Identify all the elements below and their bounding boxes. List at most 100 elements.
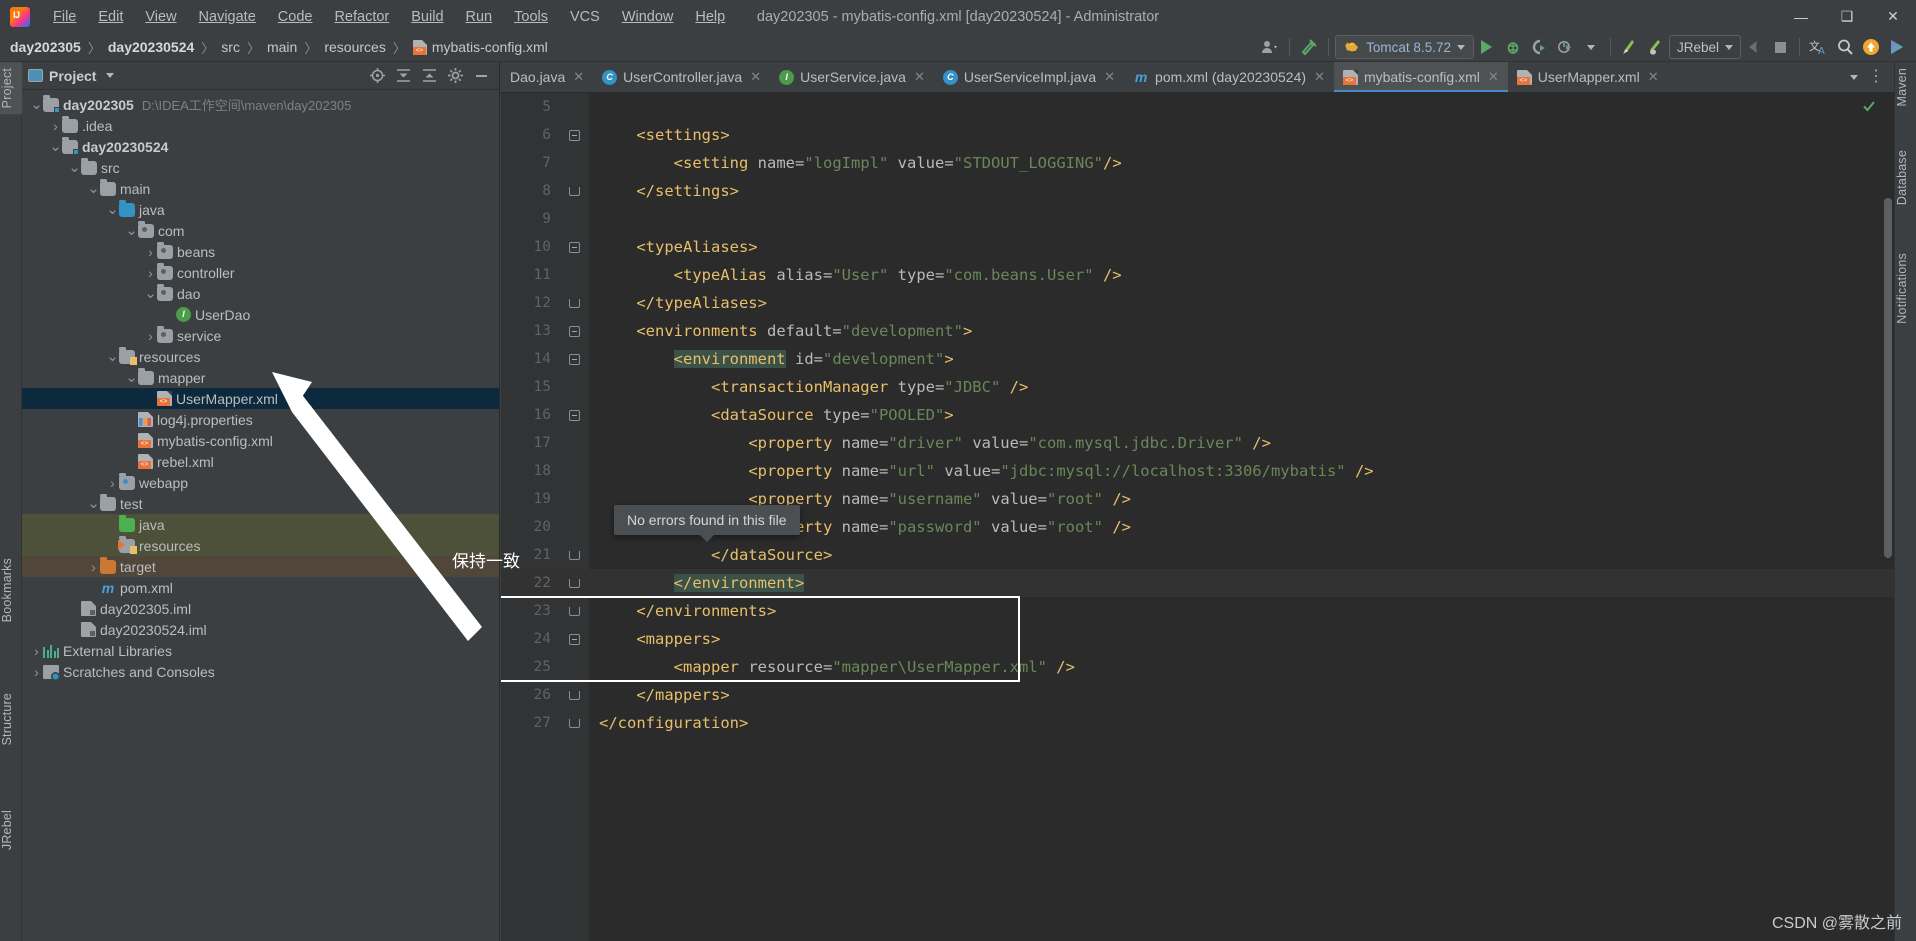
tree-node-mybatis-config-xml[interactable]: mybatis-config.xml — [22, 430, 499, 451]
tab-list-chevron-down-icon[interactable] — [1850, 74, 1858, 80]
fold-gutter[interactable] — [559, 353, 589, 365]
editor-tab-usermapper-xml[interactable]: UserMapper.xml ✕ — [1508, 62, 1668, 92]
menu-code[interactable]: Code — [267, 5, 324, 29]
fold-collapse-icon[interactable] — [568, 353, 580, 365]
run-button[interactable] — [1474, 35, 1500, 59]
tree-node--idea[interactable]: › .idea — [22, 115, 499, 136]
tree-node-webapp[interactable]: › webapp — [22, 472, 499, 493]
chevron-down-icon[interactable]: ⌄ — [87, 181, 100, 196]
tree-node-pom-xml[interactable]: m pom.xml — [22, 577, 499, 598]
menu-file[interactable]: File — [42, 5, 87, 29]
tree-node-day20230524-iml[interactable]: day20230524.iml — [22, 619, 499, 640]
menu-bar[interactable]: File Edit View Navigate Code Refactor Bu… — [42, 5, 736, 29]
run-with-coverage-button[interactable] — [1526, 35, 1552, 59]
tool-tab-notifications[interactable]: Notifications — [1895, 247, 1916, 330]
tool-tab-structure[interactable]: Structure — [0, 687, 22, 752]
ide-features-button[interactable] — [1884, 35, 1910, 59]
update-button[interactable] — [1858, 35, 1884, 59]
back-button[interactable] — [1741, 35, 1767, 59]
fold-gutter[interactable] — [559, 718, 589, 728]
editor-tab-bar[interactable]: Dao.java ✕ C UserController.java ✕ I UserServi… — [501, 62, 1894, 93]
build-hammer-icon[interactable] — [1296, 35, 1322, 59]
chevron-down-icon[interactable]: ⌄ — [30, 97, 43, 112]
tree-node-java[interactable]: java — [22, 514, 499, 535]
profiler-button[interactable] — [1552, 35, 1578, 59]
fold-end-icon[interactable] — [568, 550, 580, 560]
fold-gutter[interactable] — [559, 325, 589, 337]
breadcrumb-mybatis-config[interactable]: mybatis-config.xml — [412, 39, 548, 55]
hide-panel-icon[interactable] — [473, 67, 490, 84]
fold-end-icon[interactable] — [568, 606, 580, 616]
code-line[interactable]: 5 — [501, 93, 1894, 121]
code-line[interactable]: 17 <property name="driver" value="com.my… — [501, 429, 1894, 457]
fold-gutter[interactable] — [559, 606, 589, 616]
editor-tab-userservice-java[interactable]: I UserService.java ✕ — [770, 62, 934, 92]
stop-button[interactable] — [1767, 35, 1793, 59]
menu-window[interactable]: Window — [611, 5, 685, 29]
search-button[interactable] — [1832, 35, 1858, 59]
locate-icon[interactable] — [369, 67, 386, 84]
tree-node-resources[interactable]: resources — [22, 535, 499, 556]
editor-tab-mybatis-config-xml[interactable]: mybatis-config.xml ✕ — [1333, 62, 1508, 92]
fold-gutter[interactable] — [559, 409, 589, 421]
breadcrumb-main[interactable]: main — [267, 39, 297, 55]
code-line[interactable]: 15 <transactionManager type="JDBC" /> — [501, 373, 1894, 401]
menu-run[interactable]: Run — [455, 5, 504, 29]
run-configuration-selector[interactable]: Tomcat 8.5.72 — [1335, 35, 1474, 59]
chevron-right-icon[interactable]: › — [49, 118, 62, 134]
code-line[interactable]: 23 </environments> — [501, 597, 1894, 625]
chevron-right-icon[interactable]: › — [30, 643, 43, 659]
jrebel-run-button[interactable] — [1617, 35, 1643, 59]
tree-node-controller[interactable]: › controller — [22, 262, 499, 283]
code-line[interactable]: 18 <property name="url" value="jdbc:mysq… — [501, 457, 1894, 485]
chevron-right-icon[interactable]: › — [30, 664, 43, 680]
inspection-ok-icon[interactable] — [1862, 99, 1876, 116]
tree-node-day202305[interactable]: ⌄ day202305 D:\IDEA工作空间\maven\day202305 — [22, 94, 499, 115]
chevron-right-icon[interactable]: › — [144, 265, 157, 281]
chevron-down-icon[interactable]: ⌄ — [125, 370, 138, 385]
fold-collapse-icon[interactable] — [568, 325, 580, 337]
editor-vertical-scrollbar[interactable] — [1882, 93, 1894, 941]
editor-tab-dao-java[interactable]: Dao.java ✕ — [501, 62, 593, 92]
editor-body[interactable]: 56 <settings> 7 <setting name="logImpl" v… — [501, 93, 1894, 941]
fold-gutter[interactable] — [559, 578, 589, 588]
code-line[interactable]: 16 <dataSource type="POOLED"> — [501, 401, 1894, 429]
breadcrumb-day202305[interactable]: day202305 — [10, 39, 81, 55]
close-tab-icon[interactable]: ✕ — [573, 69, 584, 85]
fold-gutter[interactable] — [559, 129, 589, 141]
close-tab-icon[interactable]: ✕ — [1488, 69, 1499, 85]
tree-node-beans[interactable]: › beans — [22, 241, 499, 262]
fold-gutter[interactable] — [559, 298, 589, 308]
code-line[interactable]: 7 <setting name="logImpl" value="STDOUT_… — [501, 149, 1894, 177]
fold-end-icon[interactable] — [568, 186, 580, 196]
tree-node-java[interactable]: ⌄ java — [22, 199, 499, 220]
code-line[interactable]: 9 — [501, 205, 1894, 233]
close-tab-icon[interactable]: ✕ — [1648, 69, 1659, 85]
close-tab-icon[interactable]: ✕ — [914, 69, 925, 85]
tool-tab-jrebel[interactable]: JRebel — [0, 804, 22, 856]
code-line[interactable]: 24 <mappers> — [501, 625, 1894, 653]
chevron-down-icon[interactable]: ⌄ — [125, 223, 138, 238]
tree-node-log4j-properties[interactable]: log4j.properties — [22, 409, 499, 430]
menu-view[interactable]: View — [134, 5, 187, 29]
code-line[interactable]: 11 <typeAlias alias="User" type="com.bea… — [501, 261, 1894, 289]
tree-node-main[interactable]: ⌄ main — [22, 178, 499, 199]
breadcrumb-resources[interactable]: resources — [324, 39, 385, 55]
code-line[interactable]: 14 <environment id="development"> — [501, 345, 1894, 373]
menu-help[interactable]: Help — [684, 5, 736, 29]
menu-navigate[interactable]: Navigate — [188, 5, 267, 29]
fold-end-icon[interactable] — [568, 690, 580, 700]
close-tab-icon[interactable]: ✕ — [750, 69, 761, 85]
editor-tab-userserviceimpl-java[interactable]: C UserServiceImpl.java ✕ — [934, 62, 1124, 92]
tree-node-target[interactable]: › target — [22, 556, 499, 577]
fold-gutter[interactable] — [559, 633, 589, 645]
editor-tab-pom-xml-day20230524-[interactable]: m pom.xml (day20230524) ✕ — [1124, 62, 1334, 92]
tool-tab-bookmarks[interactable]: Bookmarks — [0, 552, 22, 628]
fold-collapse-icon[interactable] — [568, 409, 580, 421]
code-line[interactable]: 12 </typeAliases> — [501, 289, 1894, 317]
tool-tab-maven[interactable]: Maven — [1895, 62, 1916, 113]
profiler-dropdown-icon[interactable] — [1578, 35, 1604, 59]
menu-refactor[interactable]: Refactor — [323, 5, 400, 29]
editor-tab-usercontroller-java[interactable]: C UserController.java ✕ — [593, 62, 770, 92]
tree-node-rebel-xml[interactable]: rebel.xml — [22, 451, 499, 472]
